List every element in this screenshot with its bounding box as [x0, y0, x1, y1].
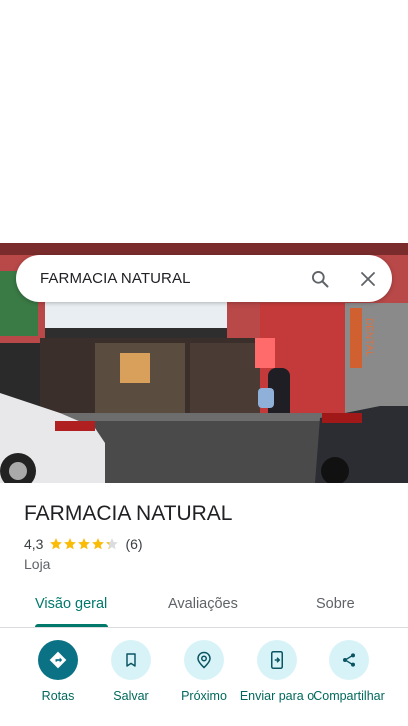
tab-about[interactable]: Sobre — [316, 596, 355, 612]
search-query-text[interactable]: FARMACIA NATURAL — [40, 270, 296, 287]
save-label: Salvar — [113, 689, 149, 703]
nearby-icon — [184, 640, 224, 680]
star-icon — [106, 538, 119, 550]
sign-dental-text: DENTAL — [363, 318, 374, 357]
star-icon — [78, 538, 91, 550]
close-icon[interactable] — [344, 255, 392, 302]
star-icon — [50, 538, 63, 550]
share-icon — [329, 640, 369, 680]
rating-value: 4,3 — [24, 536, 44, 552]
save-button[interactable]: Salvar — [91, 640, 171, 703]
directions-label: Rotas — [41, 689, 75, 703]
place-category: Loja — [24, 556, 51, 572]
active-tab-indicator — [35, 624, 108, 627]
tab-overview[interactable]: Visão geral — [35, 596, 107, 612]
nearby-button[interactable]: Próximo — [164, 640, 244, 703]
nearby-label: Próximo — [181, 689, 227, 703]
rating-stars — [49, 537, 119, 551]
send-to-phone-button[interactable]: Enviar para o — [237, 640, 317, 703]
tab-bar: Visão geral Avaliações Sobre — [0, 588, 408, 628]
rating-row[interactable]: 4,3 (6) — [24, 536, 143, 552]
send-to-phone-label: Enviar para o — [239, 689, 315, 703]
review-count[interactable]: (6) — [125, 536, 142, 552]
star-icon — [92, 538, 105, 550]
search-bar[interactable]: FARMACIA NATURAL — [16, 255, 392, 302]
action-bar: Rotas Salvar Próximo Enviar para o Compa… — [0, 640, 408, 726]
star-icon — [64, 538, 77, 550]
send-to-phone-icon — [257, 640, 297, 680]
share-label: Compartilhar — [313, 689, 385, 703]
share-button[interactable]: Compartilhar — [309, 640, 389, 703]
tab-reviews[interactable]: Avaliações — [168, 596, 238, 612]
directions-button[interactable]: Rotas — [18, 640, 98, 703]
directions-icon — [38, 640, 78, 680]
search-icon[interactable] — [296, 255, 344, 302]
place-title: FARMACIA NATURAL — [24, 502, 233, 525]
bookmark-icon — [111, 640, 151, 680]
